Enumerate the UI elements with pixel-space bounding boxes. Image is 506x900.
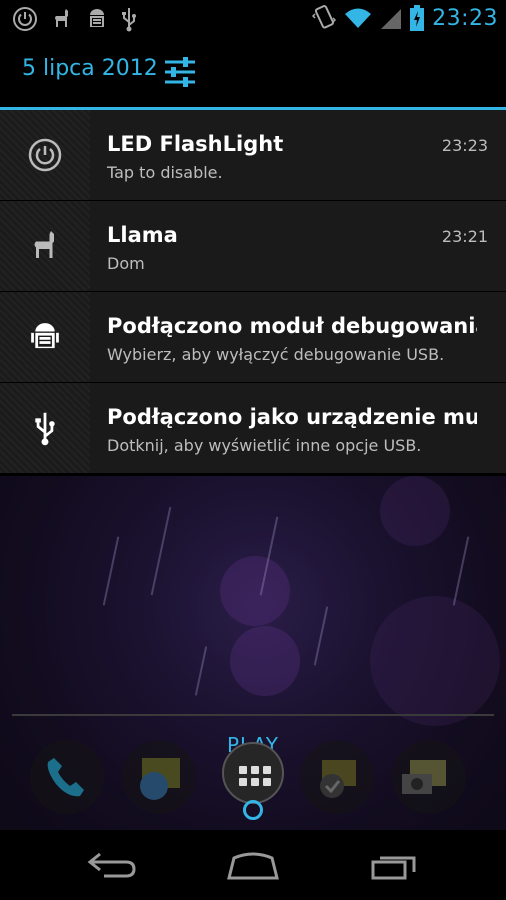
usb-icon (122, 8, 136, 32)
llama-icon (34, 231, 54, 258)
notification-subtitle: Tap to disable. (107, 163, 223, 182)
battery-charging-icon (410, 5, 425, 31)
notification-title: Podłączono jako urządzenie multi.. (107, 405, 477, 429)
signal-icon (381, 9, 402, 29)
camera-icon[interactable] (392, 740, 466, 814)
notification-llama[interactable]: Llama Dom 23:21 (0, 201, 506, 292)
notification-title: Podłączono moduł debugowania U.. (107, 314, 477, 338)
dock-divider (12, 714, 494, 716)
notification-subtitle: Dom (107, 254, 145, 273)
messaging-icon[interactable] (300, 740, 374, 814)
llama-icon (55, 9, 68, 27)
vibrate-icon (312, 5, 337, 29)
settings-sliders-icon[interactable] (162, 54, 198, 90)
notification-title: LED FlashLight (107, 132, 284, 156)
notification-led-flashlight[interactable]: LED FlashLight Tap to disable. 23:23 (0, 110, 506, 201)
usb-icon (35, 412, 55, 446)
notification-time: 23:23 (441, 136, 488, 155)
power-icon (13, 7, 37, 31)
people-icon[interactable] (122, 740, 196, 814)
android-debug-icon (31, 323, 59, 349)
page-indicator (243, 800, 263, 820)
android-debug-icon (90, 9, 104, 27)
notification-list: LED FlashLight Tap to disable. 23:23 Lla… (0, 110, 506, 474)
navigation-bar (0, 830, 506, 900)
back-icon[interactable] (86, 850, 138, 880)
phone-icon[interactable] (30, 740, 104, 814)
status-bar: 23:23 (0, 0, 506, 36)
power-icon (28, 138, 62, 172)
notification-subtitle: Wybierz, aby wyłączyć debugowanie USB. (107, 345, 445, 364)
notification-usb-debugging[interactable]: Podłączono moduł debugowania U.. Wybierz… (0, 292, 506, 383)
notification-title: Llama (107, 223, 178, 247)
app-drawer-icon[interactable] (222, 742, 284, 804)
notification-time: 23:21 (441, 227, 488, 246)
header-date: 5 lipca 2012 (22, 56, 158, 81)
notification-header: 5 lipca 2012 (0, 36, 506, 108)
home-icon[interactable] (226, 850, 280, 880)
status-clock: 23:23 (432, 5, 498, 31)
notification-usb-media[interactable]: Podłączono jako urządzenie multi.. Dotkn… (0, 383, 506, 474)
notification-subtitle: Dotknij, aby wyświetlić inne opcje USB. (107, 436, 422, 455)
wifi-icon (345, 8, 372, 28)
recent-apps-icon[interactable] (370, 850, 420, 880)
